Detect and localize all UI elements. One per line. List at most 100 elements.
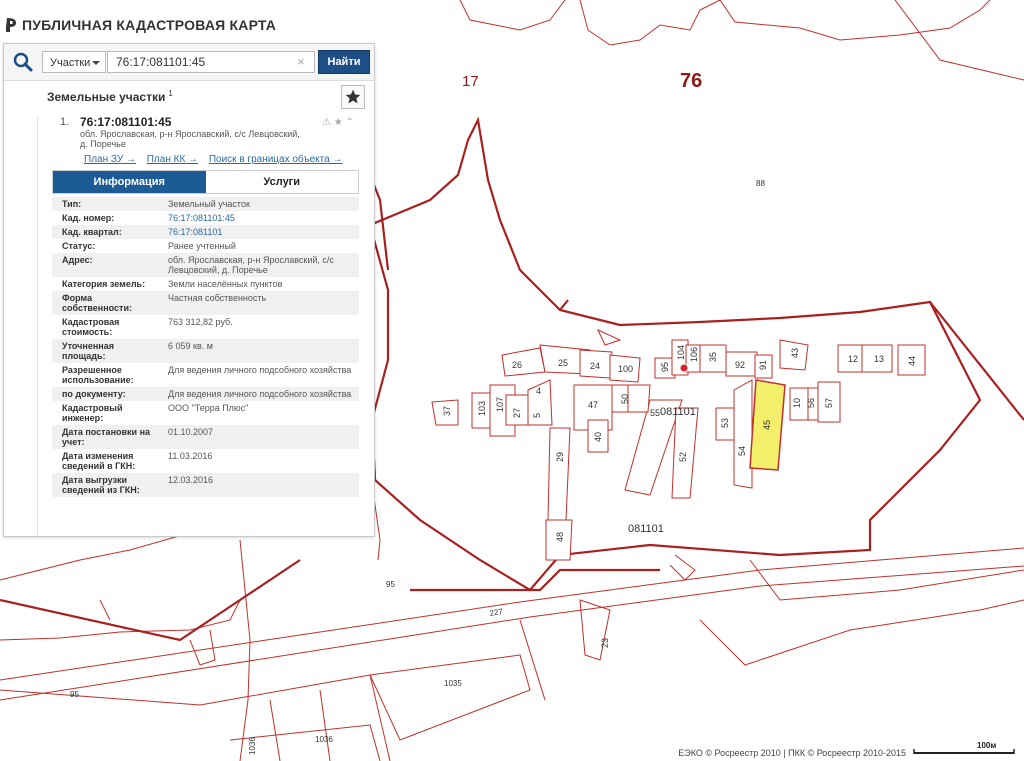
info-key: Уточненная площадь: [52,339,158,363]
info-key: Статус: [62,241,96,251]
result-actions: ⚠ ★ ⌃ [322,117,354,128]
parcel-label: 50 [620,394,630,404]
parcel-label: 91 [758,360,768,370]
result-address: обл. Ярославская, р-н Ярославский, с/с Л… [80,129,300,149]
info-key: Форма собственности: [52,291,158,315]
info-value: 12.03.2016 [158,473,359,497]
find-button[interactable]: Найти [318,50,370,74]
info-value: 763 312,82 руб. [168,317,233,327]
result-tabs: Информация Услуги [52,170,359,194]
parcel-label: 35 [708,352,718,362]
parcel-label: 56 [806,398,816,408]
tab-info[interactable]: Информация [53,171,206,193]
info-row: Кад. номер: 76:17:081101:45 [52,211,359,225]
info-value: Для ведения личного подсобного хозяйства [168,365,352,375]
parcel-label: 40 [593,432,603,442]
info-row: Форма собственности: Частная собственност… [52,291,359,315]
quarter-label-2: 081101 [628,523,664,535]
search-panel: Участки × Найти Земельные участки1 1. 76… [3,43,375,537]
info-row: по документу: Для ведения личного подсобн… [52,387,359,401]
results-count: 1 [168,89,173,98]
parcel-label: 103 [477,401,487,416]
info-value: Для ведения личного подсобного хозяйства [158,387,359,401]
parcel-label: 23 [600,638,610,648]
info-value: 6 059 кв. м [158,339,359,363]
search-input[interactable] [107,51,315,73]
result-cad-number[interactable]: 76:17:081101:45 [80,115,171,129]
parcel-label: 44 [907,356,917,366]
info-row: Дата выгрузки сведений из ГКН: 12.03.2016 [52,473,359,497]
info-row: Дата изменения сведений в ГКН: 11.03.2016 [52,449,359,473]
info-key: Кад. номер: [62,213,115,223]
info-row: Кад. квартал: 76:17:081101 [52,225,359,239]
info-key: Кадастровый инженер: [62,403,123,423]
app-logo-icon [6,18,16,32]
info-value: Частная собственность [158,291,359,315]
info-value[interactable]: 76:17:081101 [158,225,359,239]
parcel-label: 106 [689,347,699,362]
app-title[interactable]: ПУБЛИЧНАЯ КАДАСТРОВАЯ КАРТА [4,14,276,36]
chevron-up-icon[interactable]: ⌃ [346,117,354,128]
info-value: ООО "Терра Плюс" [168,403,249,413]
parcel-label: 48 [555,532,565,542]
parcel-label: 26 [512,360,522,370]
map-label-1036b: 1036 [248,737,257,755]
map-label-95b: 95 [70,690,79,699]
search-in-bounds-link[interactable]: Поиск в границах объекта → [209,154,343,165]
info-key: Дата постановки на учет: [52,425,158,449]
parcel-label: 104 [676,345,686,360]
map-label-1036: 1036 [315,735,333,744]
parcel-label: 10 [792,398,802,408]
info-key: Разрешенное использование: [62,365,134,385]
parcel-label: 5 [532,413,542,418]
star-icon[interactable]: ★ [334,117,343,128]
info-row: Статус: Ранее учтенный [52,239,359,253]
favorite-button[interactable] [341,85,365,109]
info-value[interactable]: 76:17:081101:45 [158,211,359,225]
info-value: Ранее учтенный [168,241,236,251]
map-label-227: 227 [489,607,504,618]
parcel-label: 27 [512,408,522,418]
map-label-95: 95 [386,580,395,589]
parcel-label: 57 [824,398,834,408]
app-title-text: ПУБЛИЧНАЯ КАДАСТРОВАЯ КАРТА [22,17,277,33]
info-key: Кад. квартал: [52,225,158,239]
info-value: обл. Ярославская, р-н Ярославский, с/с Л… [158,253,359,277]
result-number: 1. [60,116,70,128]
parcel-label: 12 [848,354,858,364]
copyright: ЕЭКО © Росреестр 2010 | ПКК © Росреестр … [678,748,906,758]
plan-kk-link[interactable]: План КК → [147,154,198,165]
parcel-label: 95 [660,362,670,372]
parcel-label: 45 [762,420,772,430]
search-icon[interactable] [10,50,36,74]
chevron-down-icon [92,61,100,65]
parcel-label: 53 [720,418,730,428]
plan-zu-link[interactable]: План ЗУ → [84,154,136,165]
map-label-17: 17 [462,73,479,90]
info-value: Земельный участок [158,197,359,211]
info-table: Тип: Земельный участок Кад. номер: 76:17:08… [52,197,359,497]
tab-services[interactable]: Услуги [205,171,358,193]
search-type-select[interactable]: Участки [42,51,106,73]
info-key: Кадастровая стоимость: [62,317,120,337]
info-key: Адрес: [52,253,158,277]
parcel-label: 24 [590,361,600,371]
star-icon [345,89,361,104]
info-row: Дата постановки на учет: 01.10.2007 [52,425,359,449]
info-row: Тип: Земельный участок [52,197,359,211]
result-card: 1. 76:17:081101:45 обл. Ярославская, р-н… [37,115,374,536]
clear-icon[interactable]: × [297,54,305,69]
parcel-label: 92 [735,360,745,370]
info-key: Дата изменения сведений в ГКН: [62,451,136,471]
parcel-label: 43 [790,348,800,358]
district-label: 76 [680,70,702,92]
info-key: Тип: [52,197,158,211]
parcel-label: 54 [737,446,747,456]
parcel-label: 4 [536,386,541,396]
parcel-label: 29 [555,452,565,462]
parcel-marker-icon[interactable] [679,363,689,373]
warning-icon[interactable]: ⚠ [322,117,331,128]
map-label-88: 88 [756,179,765,188]
parcel-label: 25 [558,358,568,368]
results-header: Земельные участки 1 [4,81,374,113]
